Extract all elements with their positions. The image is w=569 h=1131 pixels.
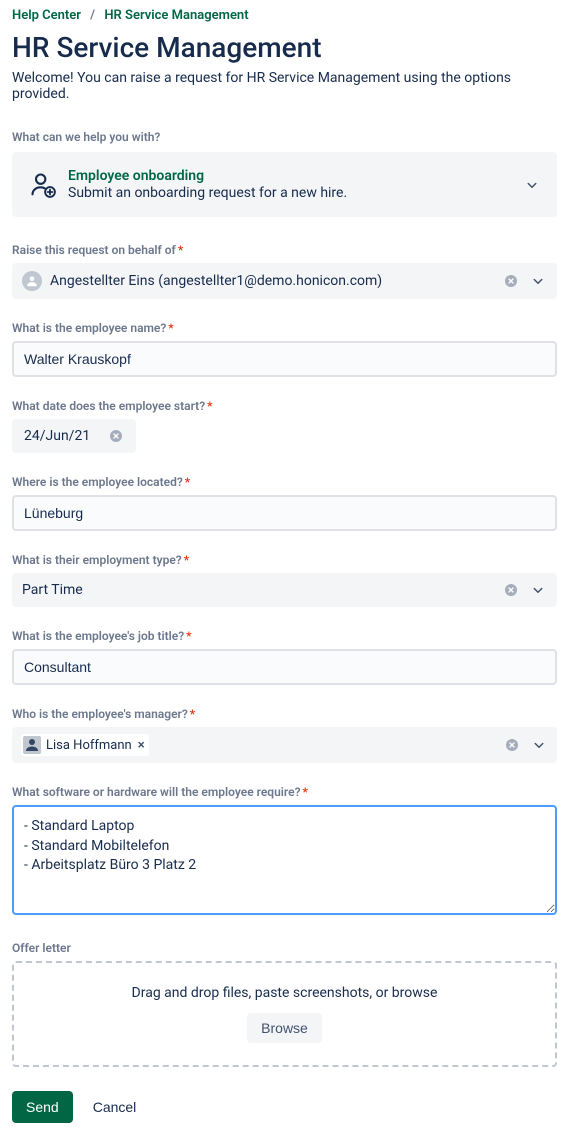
employee-name-label: What is the employee name?* [12,321,557,335]
breadcrumb-current[interactable]: HR Service Management [104,8,248,23]
browse-button[interactable]: Browse [247,1013,322,1043]
request-type-desc: Submit an onboarding request for a new h… [68,185,523,201]
person-add-icon [28,171,58,199]
chevron-down-icon[interactable] [529,272,547,290]
page-title: HR Service Management [12,31,557,64]
dropzone-text: Drag and drop files, paste screenshots, … [36,985,533,1001]
start-date-picker[interactable]: 24/Jun/21 [12,419,136,453]
employment-type-label: What is their employment type?* [12,553,557,567]
chevron-down-icon[interactable] [529,581,547,599]
requirements-textarea[interactable] [12,805,557,915]
manager-label: Who is the employee's manager?* [12,707,557,721]
chevron-down-icon [523,176,541,194]
manager-tag: Lisa Hoffmann × [21,734,149,756]
cancel-button[interactable]: Cancel [89,1091,141,1123]
location-input[interactable] [12,495,557,531]
clear-icon[interactable] [503,273,519,289]
start-date-value: 24/Jun/21 [24,428,90,444]
send-button[interactable]: Send [12,1091,73,1123]
job-title-label: What is the employee's job title?* [12,629,557,643]
manager-tag-label: Lisa Hoffmann [46,738,132,753]
job-title-input[interactable] [12,649,557,685]
on-behalf-value: Angestellter Eins (angestellter1@demo.ho… [50,273,503,289]
clear-icon[interactable] [503,582,519,598]
help-with-label: What can we help you with? [12,130,557,144]
clear-icon[interactable] [504,737,520,753]
employee-name-input[interactable] [12,341,557,377]
offer-letter-label: Offer letter [12,941,557,955]
location-label: Where is the employee located?* [12,475,557,489]
employment-type-select[interactable]: Part Time [12,573,557,607]
request-type-title: Employee onboarding [68,168,523,184]
breadcrumb-separator: / [84,8,101,23]
breadcrumb-help-center[interactable]: Help Center [12,8,81,23]
breadcrumb: Help Center / HR Service Management [12,8,557,23]
avatar-icon [23,736,41,754]
requirements-label: What software or hardware will the emplo… [12,785,557,799]
welcome-text: Welcome! You can raise a request for HR … [12,70,557,102]
manager-select[interactable]: Lisa Hoffmann × [12,727,557,763]
on-behalf-select[interactable]: Angestellter Eins (angestellter1@demo.ho… [12,263,557,299]
chevron-down-icon[interactable] [530,736,548,754]
clear-icon[interactable] [108,428,124,444]
remove-tag-icon[interactable]: × [138,738,145,753]
file-dropzone[interactable]: Drag and drop files, paste screenshots, … [12,961,557,1067]
on-behalf-label: Raise this request on behalf of* [12,243,557,257]
user-avatar-icon [22,271,42,291]
start-date-label: What date does the employee start?* [12,399,557,413]
employment-type-value: Part Time [22,582,503,598]
request-type-selector[interactable]: Employee onboarding Submit an onboarding… [12,152,557,217]
